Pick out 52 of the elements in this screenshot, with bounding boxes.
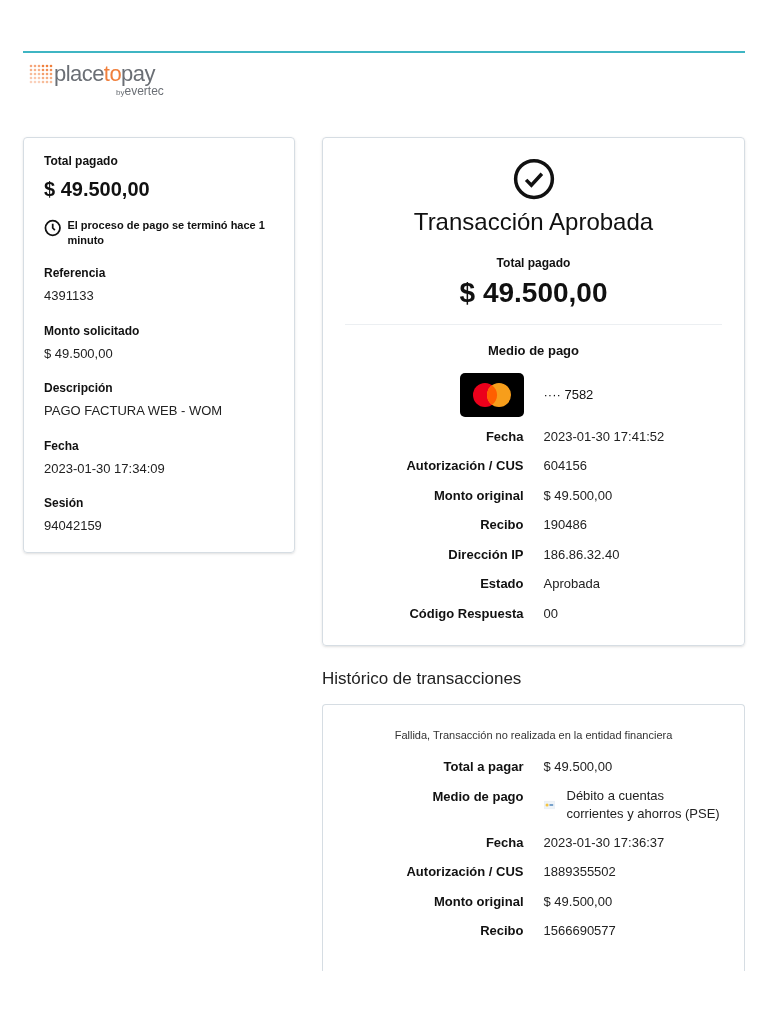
detail-label: Monto original xyxy=(432,486,524,505)
field-value: 2023-01-30 17:34:09 xyxy=(44,459,166,478)
detail-value: $ 49.500,00 xyxy=(543,892,614,911)
detail-label: Autorización / CUS xyxy=(405,457,524,475)
detail-label: Medio de pago xyxy=(431,787,524,806)
total-amount: $ 49.500,00 xyxy=(459,276,608,310)
detail-label: Estado xyxy=(479,575,524,593)
logo-byline: byevertec xyxy=(116,85,164,97)
detail-value: 604156 xyxy=(543,457,588,475)
detail-value: 2023-01-30 17:36:37 xyxy=(543,833,666,852)
field-label: Fecha xyxy=(44,437,80,455)
detail-label: Fecha xyxy=(484,427,524,446)
field-value: $ 49.500,00 xyxy=(44,344,114,363)
detail-value: 2023-01-30 17:41:52 xyxy=(543,427,666,446)
clock-icon xyxy=(44,218,62,238)
field-value: 94042159 xyxy=(44,517,103,535)
detail-label: Dirección IP xyxy=(447,545,524,564)
field-label: Descripción xyxy=(44,380,114,397)
detail-value: $ 49.500,00 xyxy=(543,486,614,505)
detail-label: Fecha xyxy=(484,833,524,852)
logo-wordmark: placetopay xyxy=(54,63,155,85)
status-notice: El proceso de pago se terminó hace 1 minuto xyxy=(67,218,266,248)
detail-label: Autorización / CUS xyxy=(405,863,524,881)
detail-label: Total a pagar xyxy=(442,758,524,776)
detail-value: Débito a cuentas corrientes y ahorros (PSE) xyxy=(566,786,721,823)
detail-value: 186.86.32.40 xyxy=(543,545,621,564)
detail-label: Código Respuesta xyxy=(408,604,524,623)
logo-dots-icon xyxy=(28,63,54,85)
detail-value: $ 49.500,00 xyxy=(543,758,614,776)
detail-value: 1566690577 xyxy=(543,922,617,940)
history-message: Fallida, Transacción no realizada en la entidad financiera xyxy=(394,727,673,743)
field-value: PAGO FACTURA WEB - WOM xyxy=(44,402,224,420)
method-label: Medio de pago xyxy=(488,342,579,360)
detail-label: Monto original xyxy=(432,892,524,911)
total-amount: $ 49.500,00 xyxy=(44,177,151,202)
section-title: Histórico de transacciones xyxy=(322,668,523,690)
field-label: Monto solicitado xyxy=(44,322,141,340)
detail-value: 00 xyxy=(543,604,559,623)
total-label: Total pagado xyxy=(496,255,571,272)
field-label: Referencia xyxy=(44,265,107,282)
detail-label: Recibo xyxy=(479,922,524,940)
total-label: Total pagado xyxy=(44,153,119,170)
bank-logo-icon xyxy=(543,798,555,811)
card-number: ···· 7582 xyxy=(543,385,595,404)
card-brand-icon xyxy=(459,372,524,417)
field-label: Sesión xyxy=(44,495,85,512)
field-value: 4391133 xyxy=(44,287,95,305)
detail-value: Aprobada xyxy=(543,575,601,593)
detail-label: Recibo xyxy=(479,516,524,534)
detail-value: 190486 xyxy=(543,516,588,534)
detail-value: 1889355502 xyxy=(543,863,617,881)
result-title: Transacción Aprobada xyxy=(413,207,654,237)
